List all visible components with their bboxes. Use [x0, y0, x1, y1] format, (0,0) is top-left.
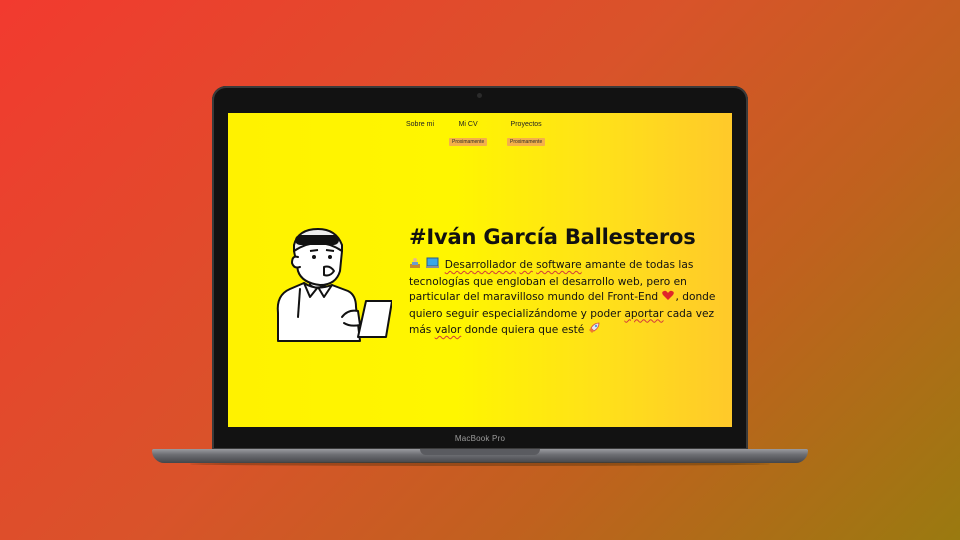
- nav-item-mi-cv[interactable]: Mi CV Proximamente: [449, 121, 488, 147]
- desc-text: donde quiera que esté: [461, 324, 588, 336]
- coming-soon-badge: Proximamente: [507, 138, 546, 146]
- developer-illustration: [276, 228, 392, 342]
- desc-word: valor: [434, 324, 462, 336]
- nav-item-sobre-mi[interactable]: Sobre mi: [406, 121, 434, 128]
- website-screen: Sobre mi Mi CV Proximamente Proyectos Pr…: [228, 113, 732, 427]
- device-label: MacBook Pro: [454, 434, 506, 443]
- desc-word: de: [519, 259, 533, 271]
- desc-word: aportar: [624, 307, 664, 320]
- camera-icon: [477, 93, 482, 98]
- nav-item-proyectos[interactable]: Proyectos Proximamente: [507, 121, 546, 147]
- nav-label[interactable]: Sobre mi: [406, 121, 434, 128]
- nav-label[interactable]: Mi CV: [449, 121, 487, 128]
- intro-description: Desarrollador de software amante de toda…: [409, 257, 724, 340]
- desc-word: Desarrollador: [444, 259, 517, 271]
- desc-word: software: [536, 259, 582, 271]
- page-title: #Iván García Ballesteros: [409, 225, 696, 249]
- laptop-lid: Sobre mi Mi CV Proximamente Proyectos Pr…: [212, 86, 748, 450]
- laptop-icon: [426, 257, 440, 275]
- laptop-notch: [420, 449, 540, 455]
- person-at-computer-icon: [409, 257, 421, 275]
- heart-icon: [661, 290, 674, 307]
- rocket-icon: [588, 322, 600, 340]
- top-nav: Sobre mi Mi CV Proximamente Proyectos Pr…: [228, 121, 732, 151]
- coming-soon-badge: Proximamente: [449, 138, 488, 146]
- laptop-base: [152, 449, 808, 463]
- laptop-shadow: [190, 462, 770, 466]
- nav-label[interactable]: Proyectos: [507, 121, 545, 128]
